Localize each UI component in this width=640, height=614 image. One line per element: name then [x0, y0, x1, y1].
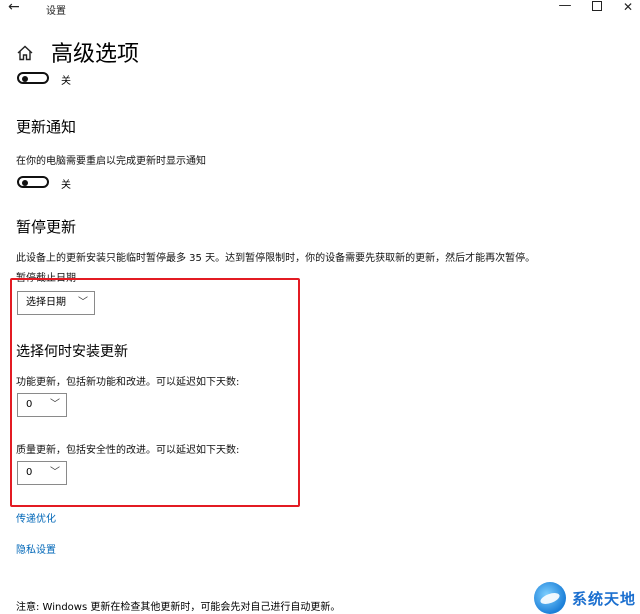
chevron-down-icon: ﹀	[50, 467, 60, 478]
maximize-icon	[592, 1, 602, 11]
watermark: 系统天地	[532, 582, 640, 614]
top-toggle-switch[interactable]	[17, 72, 49, 84]
arrow-left-icon[interactable]: ←	[8, 0, 20, 15]
update-notification-heading: 更新通知	[16, 118, 77, 136]
title-bar: ← 设置 — ✕	[0, 0, 640, 18]
top-toggle-state-label: 关	[61, 76, 71, 87]
privacy-settings-link[interactable]: 隐私设置	[16, 541, 56, 556]
feature-update-label: 功能更新，包括新功能和改进。可以延迟如下天数:	[16, 377, 240, 388]
feature-update-days-dropdown[interactable]: 0 ﹀	[17, 393, 67, 417]
quality-update-days-dropdown[interactable]: 0 ﹀	[17, 461, 67, 485]
chevron-down-icon: ﹀	[78, 297, 88, 308]
home-icon[interactable]	[16, 44, 34, 62]
quality-update-days-value: 0	[26, 467, 33, 478]
globe-logo-icon	[534, 582, 566, 614]
update-notification-state-label: 关	[61, 180, 71, 191]
pause-date-dropdown[interactable]: 选择日期 ﹀	[17, 291, 95, 315]
close-button[interactable]: ✕	[618, 0, 638, 16]
update-notification-toggle[interactable]	[17, 176, 49, 188]
window-title: 设置	[46, 6, 66, 17]
toggle-knob	[22, 76, 28, 82]
pause-updates-description: 此设备上的更新安装只能临时暂停最多 35 天。达到暂停限制时，你的设备需要先获取…	[16, 253, 536, 264]
pause-updates-heading: 暂停更新	[16, 218, 77, 236]
install-timing-heading: 选择何时安装更新	[16, 344, 128, 360]
footer-note: 注意: Windows 更新在检查其他更新时，可能会先对自己进行自动更新。	[16, 602, 341, 613]
minimize-button[interactable]: —	[555, 0, 575, 14]
page-title: 高级选项	[51, 42, 140, 67]
delivery-optimization-link[interactable]: 传递优化	[16, 510, 56, 525]
feature-update-days-value: 0	[26, 399, 33, 410]
pause-date-value: 选择日期	[26, 297, 66, 308]
update-notification-description: 在你的电脑需要重启以完成更新时显示通知	[16, 156, 206, 167]
maximize-button[interactable]	[587, 1, 607, 17]
toggle-knob	[22, 180, 28, 186]
watermark-text: 系统天地	[572, 590, 637, 608]
chevron-down-icon: ﹀	[50, 399, 60, 410]
quality-update-label: 质量更新，包括安全性的改进。可以延迟如下天数:	[16, 445, 240, 456]
pause-until-label: 暂停截止日期	[16, 273, 76, 284]
